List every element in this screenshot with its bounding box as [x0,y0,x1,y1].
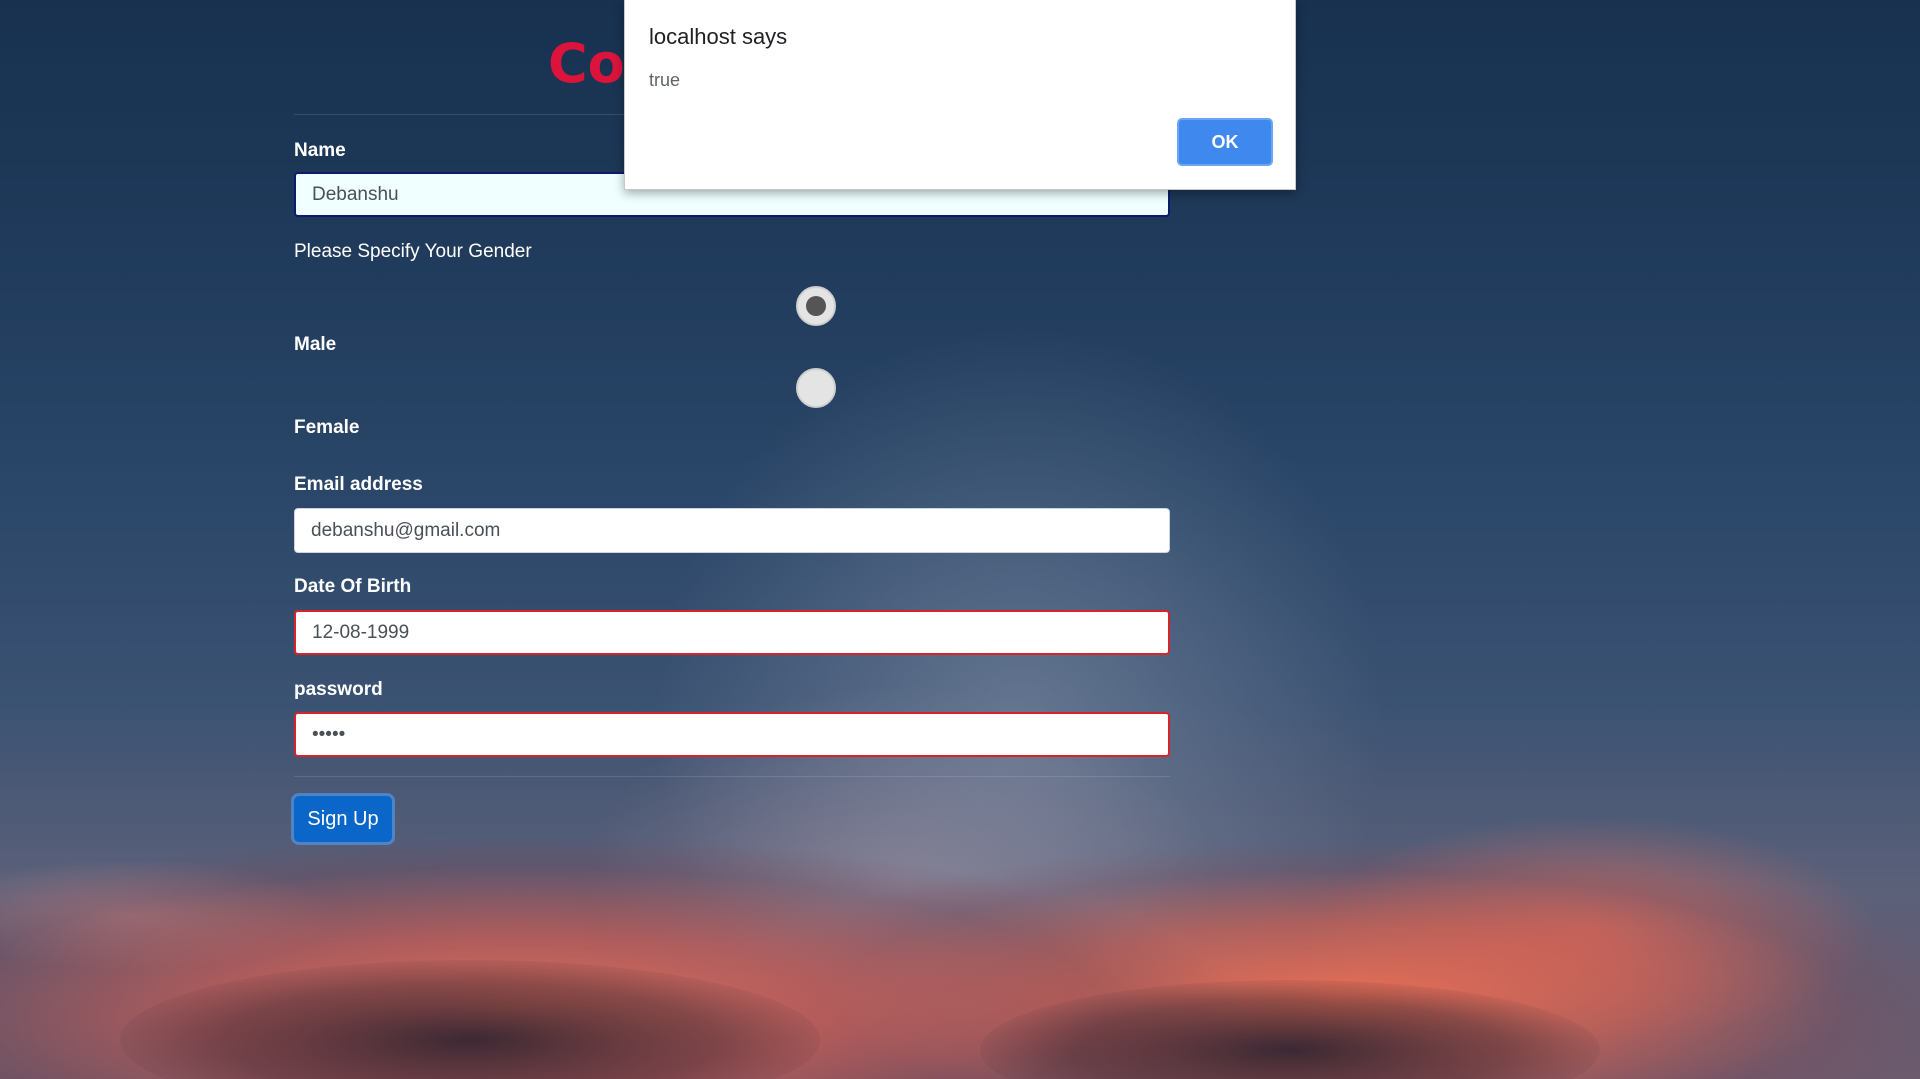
sign-up-button[interactable]: Sign Up [294,796,392,842]
gender-label-female: Female [294,417,360,438]
gender-prompt: Please Specify Your Gender [294,241,532,262]
dark-cloud-left [120,960,820,1079]
email-input-value: debanshu@gmail.com [311,519,501,541]
dark-cloud-right [980,980,1600,1079]
alert-dialog: localhost says true OK [624,0,1296,190]
dob-input[interactable]: 12-08-1999 [294,610,1170,655]
page-title: Co [548,32,625,95]
radio-selected-dot [806,296,826,316]
password-label: password [294,679,383,700]
dialog-message: true [649,70,681,90]
email-label: Email address [294,474,423,495]
password-input[interactable]: ••••• [294,712,1170,757]
name-label: Name [294,140,346,161]
gender-label-male: Male [294,334,337,355]
dob-input-value: 12-08-1999 [312,621,410,643]
gender-radio-male[interactable] [796,286,836,326]
name-input-value: Debanshu [312,183,399,205]
gender-radio-female[interactable] [796,368,836,408]
dob-label: Date Of Birth [294,576,412,597]
email-input[interactable]: debanshu@gmail.com [294,508,1170,553]
page-background: Co Name Debanshu Please Specify Your Gen… [0,0,1920,1079]
dialog-title: localhost says [649,24,788,49]
password-input-value: ••••• [312,723,346,745]
form-divider [294,776,1170,777]
dialog-ok-button[interactable]: OK [1177,118,1273,166]
